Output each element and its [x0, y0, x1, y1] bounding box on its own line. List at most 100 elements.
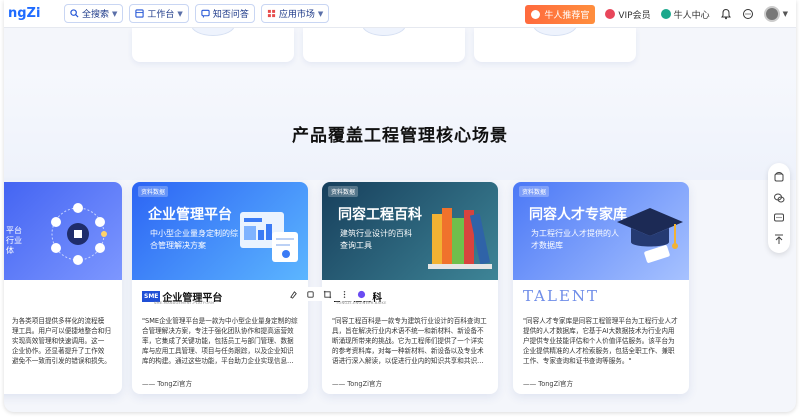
crop-icon[interactable]: [323, 290, 332, 299]
card-signature: —— TongZi官方: [142, 380, 193, 388]
product-card-talent-database[interactable]: 资料数据 同容人才专家库 为工程行业人才提供的人才数据库 TALENT "同容人…: [513, 182, 689, 394]
search-icon: [70, 9, 79, 18]
desc-line: 理工具。用户可以便捷地整合和归: [12, 327, 111, 335]
partial-title-line: 平台: [6, 226, 22, 235]
partial-title: 平台 行业 体: [6, 226, 22, 256]
desc-line: 避免不一致而引发的错误和损失。: [12, 357, 111, 365]
desc-line: "SME企业管理平台是一款为中小型企业量身定制的综: [142, 317, 298, 325]
desc-line: "同容人才专家库是同容工程管理平台为工程行业人才: [523, 317, 678, 325]
card-title: 企业管理平台: [148, 207, 232, 223]
promo-label: 牛人推荐官: [544, 10, 590, 21]
apps-icon: [267, 9, 275, 18]
desc-line: 工作、专家查询和证书查询等服务。": [523, 357, 632, 365]
card-description: 为各类项目提供多样化的流程模 理工具。用户可以便捷地整合和归 实现高效管理和快速…: [12, 316, 120, 366]
top-navigation: ngZi 全搜索 ▼ 工作台 ▼ 知否问答 应用市场 ▼ 牛人推荐官 VIP会员…: [4, 0, 796, 28]
ai-assistant-icon[interactable]: [357, 290, 366, 299]
chevron-down-icon: ▼: [177, 9, 183, 18]
talent-logo-text: TALENT: [523, 287, 600, 305]
search-dropdown[interactable]: 全搜索 ▼: [64, 4, 124, 23]
apps-dropdown[interactable]: 应用市场 ▼: [260, 4, 330, 23]
card-subtitle: 中小型企业量身定制的综合管理解决方案: [150, 229, 238, 250]
card-title: 同容人才专家库: [529, 207, 627, 223]
desc-line: 库的构建。通过这些功能，平台助力企业实现信息…: [142, 357, 294, 365]
brand-logo[interactable]: ngZi: [8, 6, 64, 21]
product-logo: TALENT: [523, 287, 600, 305]
product-card-workflow[interactable]: 平台 行业 体 为各类项目提供多样化的流程模 理工具。用户可以便捷地整合和归 实…: [4, 182, 122, 394]
partial-title-line: 体: [6, 246, 14, 255]
card-banner: 平台 行业 体: [4, 182, 122, 280]
talent-center-label: 牛人中心: [673, 10, 710, 21]
category-badge: 资料数据: [328, 186, 359, 197]
card-signature: —— TongZi官方: [523, 380, 574, 388]
desc-line: "同容工程百科是一款专为建筑行业设计的百科查询工: [332, 317, 487, 325]
partial-title-line: 行业: [6, 236, 22, 245]
card-banner: 资料数据 企业管理平台 中小型企业量身定制的综合管理解决方案: [132, 182, 308, 280]
category-badge: 资料数据: [138, 186, 169, 197]
qa-link[interactable]: 知否问答: [194, 4, 255, 23]
desc-line: 户提供专业技能评估和个人价值评估服务。该平台为: [523, 337, 675, 345]
previous-card-1: [132, 14, 294, 62]
card-subtitle: 建筑行业设计的百科查询工具: [340, 229, 412, 250]
promo-button[interactable]: 牛人推荐官: [525, 4, 596, 24]
workbench-dropdown[interactable]: 工作台 ▼: [129, 4, 189, 23]
bell-icon[interactable]: [720, 8, 732, 20]
desc-line: 提供的人才数据库，它基于AI大数据技术为行业内用: [523, 327, 675, 335]
desc-line: 具，旨在解决行业内术语不统一和新材料、新设备不: [332, 327, 484, 335]
talent-center-link[interactable]: 牛人中心: [660, 8, 710, 21]
card-banner: 资料数据 同容人才专家库 为工程行业人才提供的人才数据库: [513, 182, 689, 280]
desc-line: 为各类项目提供多样化的流程模: [12, 317, 105, 325]
card-title: 同容工程百科: [338, 207, 422, 223]
desc-line: 合管理解决方案，专注于强化团队协作和提高运营效: [142, 327, 294, 335]
chevron-down-icon: ▼: [112, 9, 118, 18]
top-right-actions: 牛人推荐官 VIP会员 牛人中心 ▼: [525, 4, 788, 24]
qa-icon: [201, 9, 210, 18]
phone-icon[interactable]: [773, 171, 785, 183]
card-banner: 资料数据 同容工程百科 建筑行业设计的百科查询工具: [322, 182, 498, 280]
product-logo-subtext: TONGZI-ENGINEER-BAIKE: [336, 301, 387, 305]
desc-line: 实现高效管理和快速调用。这一: [12, 337, 105, 345]
graduation-cap-icon: [617, 208, 683, 263]
product-logo-subtext: SME-MANAGEMENT-PLATFORM: [154, 301, 215, 305]
desc-line: 率，它集成了关键功能，包括员工与部门管理、数据: [142, 337, 294, 345]
desc-line: 库与应用工具管理、项目与任务跟踪，以及企业知识: [142, 347, 294, 355]
card-description: "SME企业管理平台是一款为中小型企业量身定制的综 合管理解决方案，专注于强化团…: [142, 316, 300, 366]
workbench-dropdown-label: 工作台: [147, 10, 175, 20]
highlight-icon[interactable]: [289, 290, 298, 299]
vip-link[interactable]: VIP会员: [605, 8, 651, 21]
selection-toolbar: [282, 287, 373, 301]
back-to-top-icon[interactable]: [773, 233, 785, 245]
sme-logo-mark: SME: [142, 290, 161, 302]
category-badge: 资料数据: [519, 186, 550, 197]
dashboard-icon: [240, 212, 298, 262]
desc-line: 断涌现所带来的挑战。它为工程师们提供了一个详实: [332, 337, 484, 345]
vip-icon: [605, 9, 616, 19]
user-avatar[interactable]: [763, 6, 780, 22]
card-description: "同容工程百科是一款专为建筑行业设计的百科查询工 具，旨在解决行业内术语不统一和…: [332, 316, 490, 366]
vip-label: VIP会员: [618, 10, 651, 21]
workflow-diagram-icon: [51, 203, 107, 265]
gift-icon: [531, 9, 541, 19]
books-icon: [428, 208, 492, 269]
chevron-down-icon: ▼: [317, 9, 324, 18]
desc-line: 语进行深入解读，以促进行业内的知识共享和共识…: [332, 357, 484, 365]
browser-window: ngZi 全搜索 ▼ 工作台 ▼ 知否问答 应用市场 ▼ 牛人推荐官 VIP会员…: [4, 0, 796, 412]
apps-dropdown-label: 应用市场: [278, 10, 315, 20]
desc-line: 的参考资料库，对每一种新材料、新设备以及专业术: [332, 347, 484, 355]
copy-icon[interactable]: [306, 290, 315, 299]
more-icon[interactable]: [340, 290, 349, 299]
desc-line: 企业协作。还显著提升了工作效: [12, 347, 105, 355]
card-signature: —— TongZi官方: [332, 380, 383, 388]
chevron-down-icon[interactable]: ▼: [783, 10, 788, 18]
previous-card-2: [303, 14, 465, 62]
card-subtitle: 为工程行业人才提供的人才数据库: [531, 229, 619, 250]
search-dropdown-label: 全搜索: [82, 10, 110, 20]
card-description: "同容人才专家库是同容工程管理平台为工程行业人才 提供的人才数据库，它基于AI大…: [523, 316, 681, 366]
workbench-icon: [135, 9, 145, 18]
message-icon[interactable]: [742, 8, 754, 20]
qa-link-label: 知否问答: [212, 10, 249, 20]
wechat-icon[interactable]: [773, 192, 785, 204]
section-title: 产品覆盖工程管理核心场景: [292, 126, 508, 146]
desc-line: 企业提供精准的人才检索服务，包括全职工作、兼职: [523, 347, 675, 355]
feedback-icon[interactable]: [773, 212, 785, 224]
floating-toolbar: [768, 163, 790, 253]
